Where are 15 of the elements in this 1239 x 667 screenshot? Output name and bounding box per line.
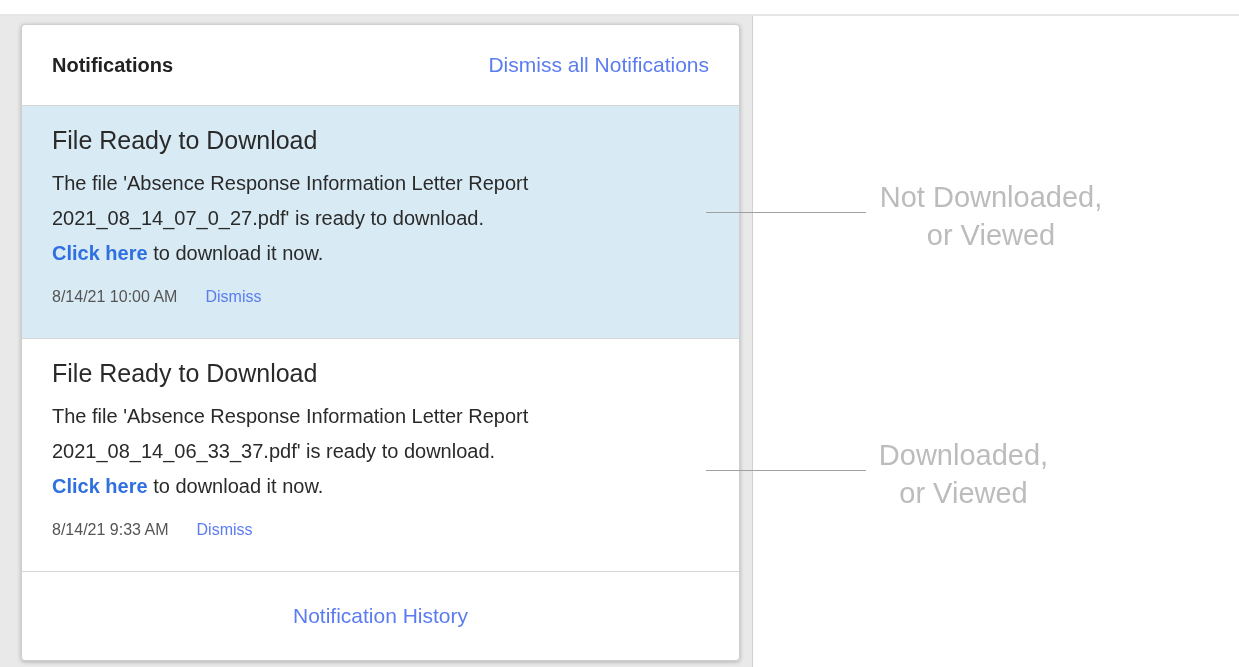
annotation-label: Downloaded, or Viewed <box>877 438 1050 511</box>
notification-time: 8/14/21 10:00 AM <box>52 287 178 307</box>
notification-message: The file 'Absence Response Information Letter Report 2021_08_14_06_33_37.pdf' is ready to download. Click here to download it now. <box>52 404 530 499</box>
notification-time: 8/14/21 9:33 AM <box>52 520 169 540</box>
download-link[interactable]: Click here <box>52 475 148 497</box>
annotation-label: Not Downloaded, or Viewed <box>878 180 1104 253</box>
dismiss-link[interactable]: Dismiss <box>196 518 253 542</box>
notification-history-link[interactable]: Notification History <box>292 600 469 632</box>
popup-title: Notifications <box>52 53 174 78</box>
download-link[interactable]: Click here <box>52 242 148 264</box>
notification-message: The file 'Absence Response Information Letter Report 2021_08_14_07_0_27.pdf' is ready to download. Click here to download it now. <box>52 171 530 266</box>
notification-title: File Ready to Download <box>52 125 319 156</box>
notification-title: File Ready to Download <box>52 358 319 389</box>
dismiss-link[interactable]: Dismiss <box>205 285 262 309</box>
dismiss-all-link[interactable]: Dismiss all Notifications <box>488 49 709 81</box>
